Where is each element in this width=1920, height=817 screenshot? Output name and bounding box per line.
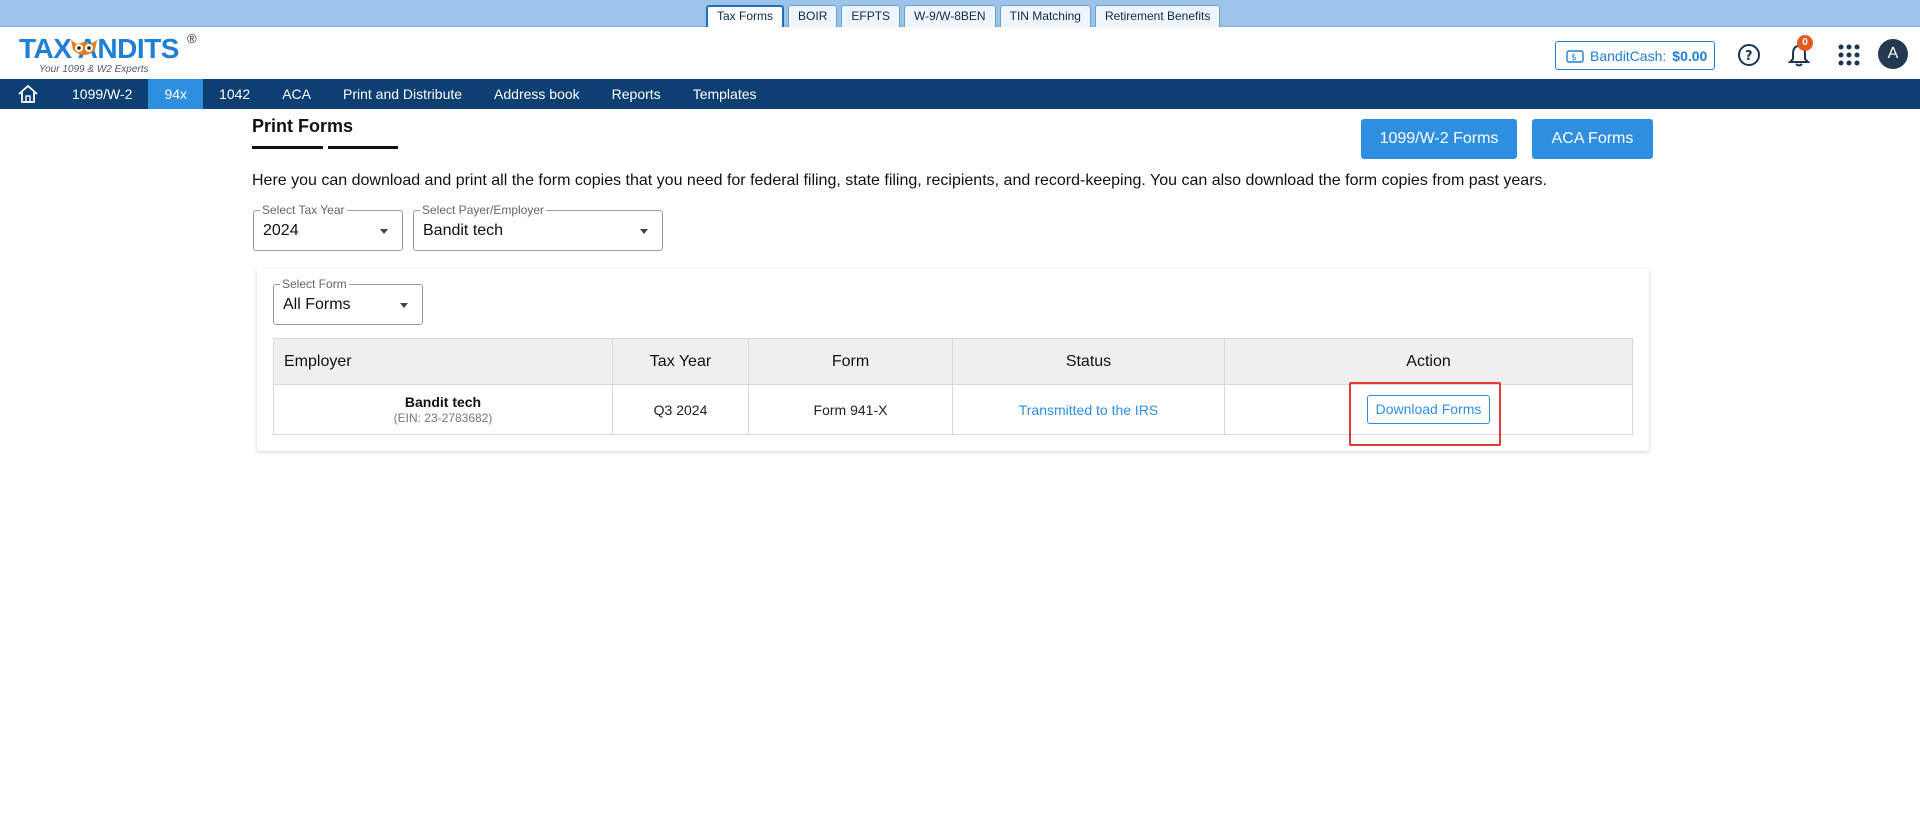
tab-w9-w8ben[interactable]: W-9/W-8BEN [904, 5, 996, 27]
tax-year-select[interactable]: Select Tax Year 2024 [253, 203, 403, 251]
bandit-cash-value: $0.00 [1672, 47, 1708, 64]
tab-boir[interactable]: BOIR [788, 5, 838, 27]
chevron-down-icon [380, 229, 388, 234]
nav-print-and-distribute[interactable]: Print and Distribute [327, 79, 478, 109]
user-avatar[interactable]: A [1878, 39, 1908, 69]
svg-text:?: ? [1745, 49, 1753, 64]
employer-name: Bandit tech [404, 394, 482, 410]
tab-tax-forms[interactable]: Tax Forms [706, 5, 785, 27]
form-select-value: All Forms [283, 296, 351, 313]
svg-text:$: $ [1571, 53, 1577, 63]
owl-logo-icon [71, 40, 97, 55]
cell-form: Form 941-X [748, 384, 953, 435]
title-underline [328, 146, 398, 149]
payer-employer-select[interactable]: Select Payer/Employer Bandit tech [413, 203, 663, 251]
nav-reports[interactable]: Reports [596, 79, 677, 109]
1099-w2-forms-button[interactable]: 1099/W-2 Forms [1361, 119, 1517, 159]
tab-efpts[interactable]: EFPTS [841, 5, 901, 27]
cell-action: Download Forms [1224, 384, 1633, 435]
col-action: Action [1224, 338, 1633, 385]
chevron-down-icon [400, 303, 408, 308]
main-nav: 1099/W-2 94x 1042 ACA Print and Distribu… [0, 79, 1920, 109]
home-icon [18, 84, 38, 103]
tax-year-value: 2024 [263, 222, 299, 239]
payer-employer-value: Bandit tech [423, 222, 504, 239]
payer-employer-label: Select Payer/Employer [420, 203, 547, 217]
page-description: Here you can download and print all the … [252, 172, 1547, 189]
app-header: TAX ANDITS ® Your 1099 & W2 Experts $ Ba… [0, 28, 1920, 79]
product-tabs: Tax Forms BOIR EFPTS W-9/W-8BEN TIN Matc… [706, 5, 1221, 27]
aca-forms-button[interactable]: ACA Forms [1532, 119, 1653, 159]
nav-home[interactable] [0, 79, 56, 109]
cell-employer: Bandit tech (EIN: 23-2783682) [273, 384, 613, 435]
nav-templates[interactable]: Templates [677, 79, 773, 109]
nav-1042[interactable]: 1042 [203, 79, 266, 109]
registered-mark: ® [187, 31, 197, 46]
logo-tagline: Your 1099 & W2 Experts [39, 64, 149, 75]
tab-tin-matching[interactable]: TIN Matching [999, 5, 1091, 27]
nav-94x[interactable]: 94x [148, 79, 204, 109]
tab-retirement-benefits[interactable]: Retirement Benefits [1094, 5, 1221, 27]
table-row: Bandit tech (EIN: 23-2783682) Q3 2024 Fo… [273, 384, 1633, 435]
bandit-cash-label: BanditCash: [1590, 47, 1667, 64]
bandit-cash-icon: $ [1566, 49, 1584, 63]
form-select-label: Select Form [280, 277, 349, 291]
cell-status: Transmitted to the IRS [952, 384, 1225, 435]
tax-year-label: Select Tax Year [260, 203, 347, 217]
apps-grid-icon[interactable] [1836, 42, 1862, 68]
page-title: Print Forms [252, 116, 354, 136]
title-underline [252, 146, 323, 149]
nav-address-book[interactable]: Address book [478, 79, 596, 109]
notification-count-badge: 0 [1797, 35, 1813, 51]
chevron-down-icon [640, 229, 648, 234]
col-status: Status [952, 338, 1225, 385]
nav-aca[interactable]: ACA [266, 79, 327, 109]
table-header-row: Employer Tax Year Form Status Action [273, 338, 1633, 385]
product-tab-strip: Tax Forms BOIR EFPTS W-9/W-8BEN TIN Matc… [0, 0, 1920, 27]
col-tax-year: Tax Year [612, 338, 749, 385]
download-forms-button[interactable]: Download Forms [1366, 395, 1491, 424]
cell-tax-year: Q3 2024 [612, 384, 749, 435]
col-employer: Employer [273, 338, 613, 385]
nav-1099-w2[interactable]: 1099/W-2 [56, 79, 148, 109]
col-form: Form [748, 338, 953, 385]
employer-ein: (EIN: 23-2783682) [393, 411, 493, 425]
help-icon[interactable]: ? [1736, 42, 1762, 68]
taxbandits-logo[interactable]: TAX ANDITS ® Your 1099 & W2 Experts [19, 31, 199, 75]
forms-table: Employer Tax Year Form Status Action Ban… [273, 338, 1633, 435]
form-select[interactable]: Select Form All Forms [273, 277, 423, 325]
bandit-cash-button[interactable]: $ BanditCash: $0.00 [1555, 41, 1715, 70]
status-link[interactable]: Transmitted to the IRS [1019, 402, 1159, 418]
